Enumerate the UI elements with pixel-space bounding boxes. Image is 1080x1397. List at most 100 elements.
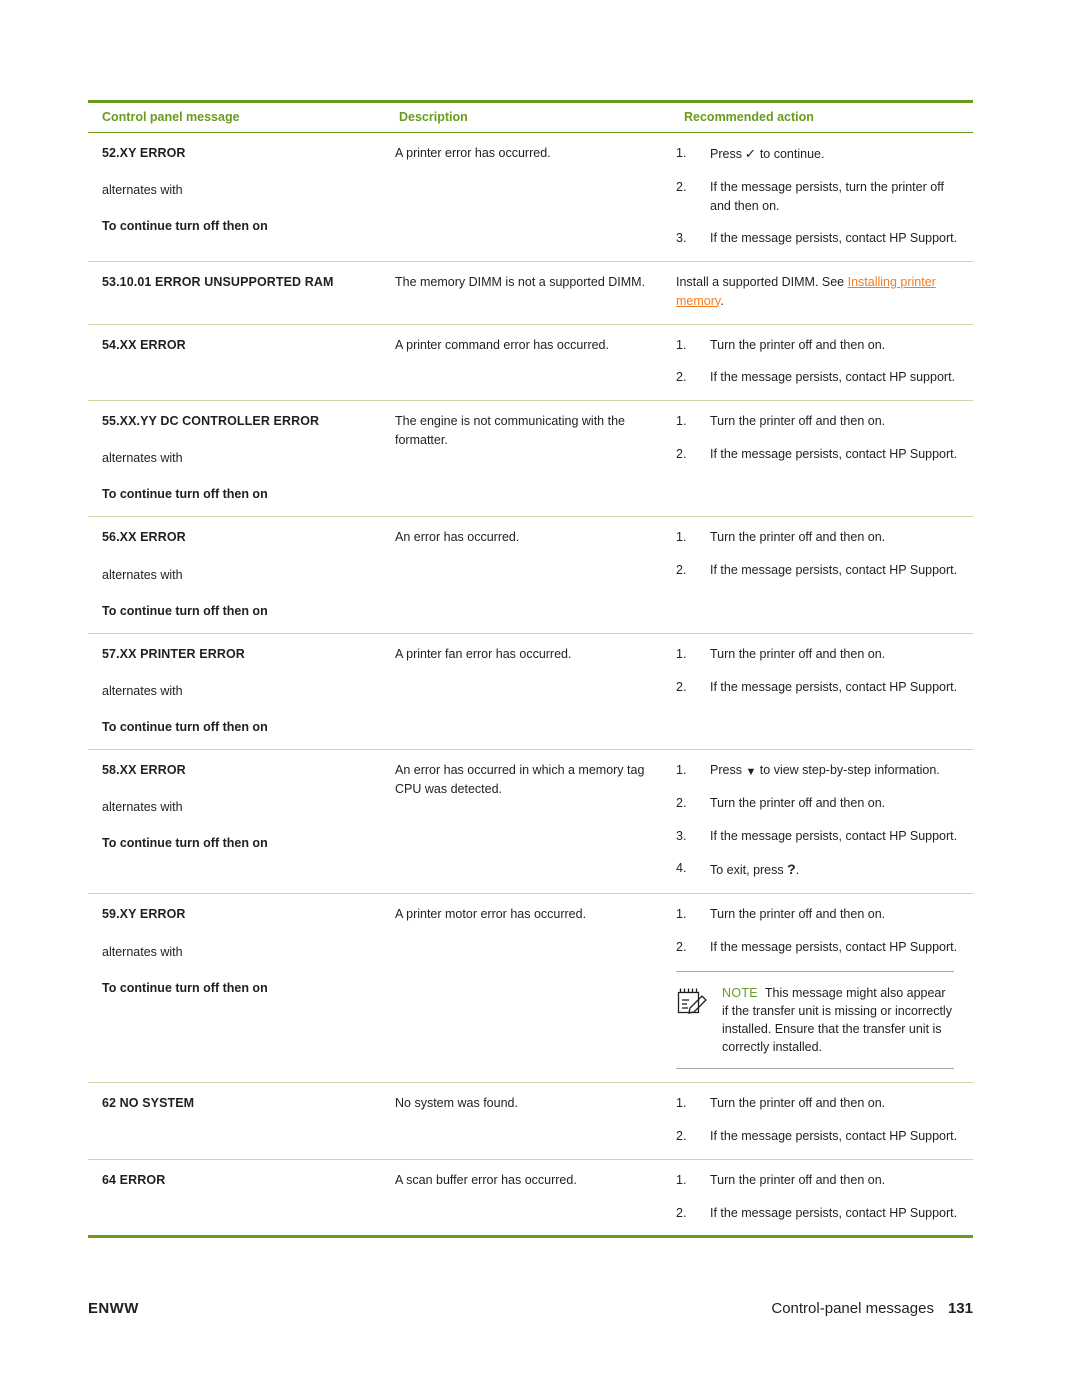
action-cell: 1. Turn the printer off and then on. 2. If… — [670, 1159, 973, 1239]
action-number: 2. — [676, 370, 687, 385]
action-list: 1. Turn the printer off and then on. 2. If… — [676, 528, 963, 580]
action-text-pre: To exit, press — [710, 863, 788, 878]
action-text: Turn the printer off and then on. — [710, 1172, 886, 1187]
description-text: A printer motor error has occurred. — [395, 907, 587, 922]
action-item: 1. Press ✓ to continue. — [676, 144, 963, 164]
action-list: 1. Turn the printer off and then on. 2. If… — [676, 1094, 963, 1146]
action-text: Turn the printer off and then on. — [710, 337, 886, 352]
action-list: 1. Turn the printer off and then on. 2. If… — [676, 905, 963, 957]
page-number: 131 — [947, 1300, 973, 1317]
description-text: The memory DIMM is not a supported DIMM. — [395, 275, 646, 289]
action-text: If the message persists, contact HP supp… — [710, 370, 956, 385]
action-text-post: . — [720, 293, 724, 308]
action-cell: 1. Press ✓ to continue. 2. If the message … — [670, 132, 973, 262]
action-cell: 1. Turn the printer off and then on. 2. If… — [670, 516, 973, 634]
action-item: 2. If the message persists, contact HP Su… — [676, 1127, 963, 1146]
table-row: 62 NO SYSTEM No system was found. 1. Turn… — [88, 1082, 973, 1160]
action-text: Turn the printer off and then on. — [710, 795, 886, 810]
action-item: 1. Turn the printer off and then on. — [676, 1094, 963, 1113]
action-cell: Install a supported DIMM. See Installing… — [670, 261, 973, 325]
message-code: 58.XX ERROR — [102, 763, 186, 778]
action-item: 2. If the message persists, contact HP Su… — [676, 445, 963, 464]
alternates-label: alternates with — [102, 800, 183, 815]
description-text: An error has occurred. — [395, 530, 520, 545]
action-list: 1. Turn the printer off and then on. 2. If… — [676, 412, 963, 464]
action-item: 3. If the message persists, contact HP Su… — [676, 229, 963, 248]
action-item: 2. If the message persists, contact HP Su… — [676, 938, 963, 957]
page-footer: ENWW Control-panel messages 131 — [88, 1300, 973, 1317]
table-row: 55.XX.YY DC CONTROLLER ERROR alternates … — [88, 400, 973, 518]
message-code: 52.XY ERROR — [102, 146, 186, 160]
action-number: 1. — [676, 1172, 687, 1187]
action-item: 1. Turn the printer off and then on. — [676, 905, 963, 924]
table-row: 57.XX PRINTER ERROR alternates with To c… — [88, 633, 973, 751]
description-text: A printer command error has occurred. — [395, 337, 609, 352]
note-label: NOTE — [722, 985, 758, 1000]
action-text: If the message persists, contact HP Supp… — [710, 679, 958, 694]
action-number: 2. — [676, 679, 687, 694]
message-cell: 53.10.01 ERROR UNSUPPORTED RAM — [88, 261, 385, 325]
message-cell: 57.XX PRINTER ERROR alternates with To c… — [88, 633, 385, 751]
action-list: 1. Turn the printer off and then on. 2. If… — [676, 336, 963, 388]
action-item: 2. Turn the printer off and then on. — [676, 794, 963, 813]
message-code: 53.10.01 ERROR UNSUPPORTED RAM — [102, 275, 334, 289]
alternates-label: alternates with — [102, 183, 183, 198]
alternates-label: alternates with — [102, 451, 183, 466]
action-number: 2. — [676, 179, 687, 194]
action-text-pre: Press — [710, 147, 746, 161]
action-text: Turn the printer off and then on. — [710, 1096, 886, 1111]
table-header-row: Control panel message Description Recomm… — [88, 100, 973, 133]
message-code: 54.XX ERROR — [102, 337, 186, 352]
description-cell: No system was found. — [385, 1082, 670, 1160]
table-row: 54.XX ERROR A printer command error has … — [88, 324, 973, 401]
alternates-label: alternates with — [102, 683, 183, 698]
action-cell: 1. Turn the printer off and then on. 2. If… — [670, 1082, 973, 1160]
alternates-label: alternates with — [102, 567, 183, 582]
footer-section-title: Control-panel messages — [771, 1300, 934, 1317]
description-text: An error has occurred in which a memory … — [395, 763, 645, 796]
table-row: 59.XY ERROR alternates with To continue … — [88, 893, 973, 1084]
column-header-description: Description — [385, 100, 670, 133]
description-text: No system was found. — [395, 1096, 518, 1111]
action-text-block: Install a supported DIMM. See Installing… — [676, 273, 963, 311]
alternate-message: To continue turn off then on — [102, 219, 268, 234]
action-text-post: to view step-by-step information. — [756, 763, 940, 778]
description-text: The engine is not communicating with the… — [395, 414, 625, 447]
message-code: 64 ERROR — [102, 1172, 166, 1187]
action-item: 1. Turn the printer off and then on. — [676, 412, 963, 431]
action-number: 1. — [676, 146, 687, 160]
action-text: If the message persists, contact HP Supp… — [710, 563, 958, 578]
action-text: If the message persists, contact HP Supp… — [710, 446, 958, 461]
action-item: 1. Turn the printer off and then on. — [676, 336, 963, 355]
table-row: 52.XY ERROR alternates with To continue … — [88, 132, 973, 262]
question-mark-icon: ? — [787, 861, 796, 878]
action-number: 4. — [676, 861, 687, 876]
message-cell: 62 NO SYSTEM — [88, 1082, 385, 1160]
description-cell: The memory DIMM is not a supported DIMM. — [385, 261, 670, 325]
description-cell: An error has occurred. — [385, 516, 670, 634]
action-item: 2. If the message persists, contact HP Su… — [676, 678, 963, 697]
action-cell: 1. Press ▼ to view step-by-step informati… — [670, 749, 973, 895]
down-arrow-icon: ▼ — [745, 766, 757, 779]
action-cell: 1. Turn the printer off and then on. 2. If… — [670, 400, 973, 518]
action-list: 1. Turn the printer off and then on. 2. If… — [676, 1171, 963, 1223]
message-code: 56.XX ERROR — [102, 530, 186, 545]
action-item: 2. If the message persists, contact HP Su… — [676, 561, 963, 580]
action-number: 2. — [676, 563, 687, 578]
checkmark-icon: ✓ — [744, 146, 757, 161]
note-box: NOTE This message might also appear if t… — [676, 970, 954, 1070]
description-cell: The engine is not communicating with the… — [385, 400, 670, 518]
alternate-message: To continue turn off then on — [102, 720, 268, 734]
message-cell: 52.XY ERROR alternates with To continue … — [88, 132, 385, 262]
action-number: 2. — [676, 446, 687, 461]
action-cell: 1. Turn the printer off and then on. 2. If… — [670, 893, 973, 1084]
action-number: 1. — [676, 337, 687, 352]
alternate-message: To continue turn off then on — [102, 980, 268, 995]
message-code: 55.XX.YY DC CONTROLLER ERROR — [102, 414, 320, 428]
footer-left-label: ENWW — [88, 1300, 139, 1317]
note-text-block: NOTE This message might also appear if t… — [722, 984, 954, 1057]
action-number: 1. — [676, 1096, 687, 1111]
action-text: Turn the printer off and then on. — [710, 530, 886, 545]
table-row: 53.10.01 ERROR UNSUPPORTED RAM The memor… — [88, 261, 973, 325]
message-code: 62 NO SYSTEM — [102, 1096, 195, 1111]
